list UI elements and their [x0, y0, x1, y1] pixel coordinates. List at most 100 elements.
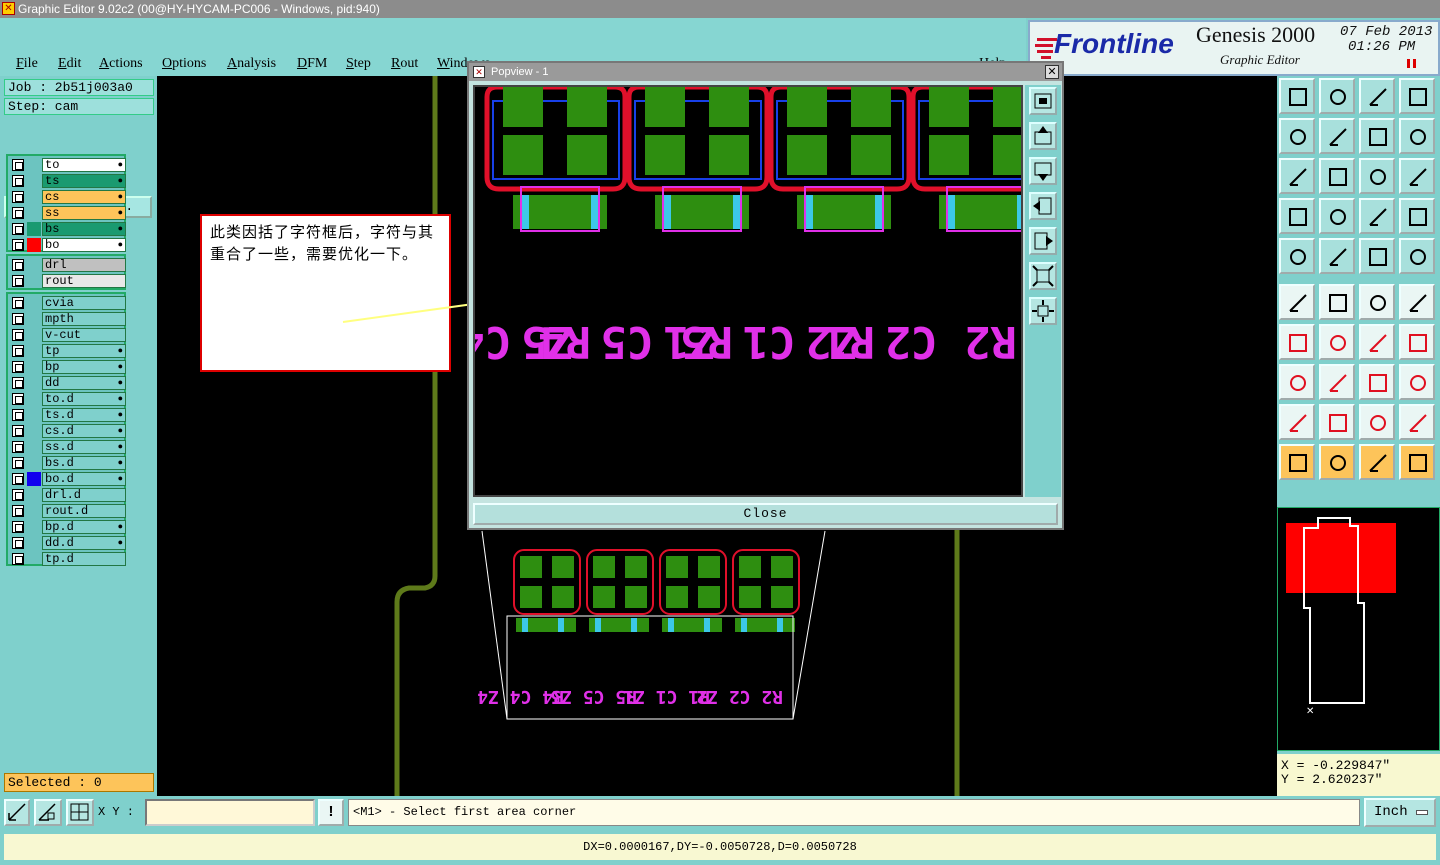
transform-icon[interactable] — [1279, 364, 1315, 400]
window-icon[interactable] — [1399, 78, 1435, 114]
layer-color-swatch[interactable] — [27, 190, 41, 204]
pause-icon[interactable] — [1406, 58, 1418, 70]
popview-pan-left-icon[interactable] — [1029, 192, 1057, 220]
layer-checkbox[interactable] — [12, 505, 24, 517]
layer-row-bp[interactable]: bp ● — [10, 360, 126, 374]
triangle-icon[interactable] — [1279, 404, 1315, 440]
layer-checkbox[interactable] — [12, 329, 24, 341]
menu-rout[interactable]: Rout — [391, 56, 418, 72]
path-icon[interactable] — [1399, 444, 1435, 480]
layer-color-swatch[interactable] — [27, 158, 41, 172]
layer-checkbox[interactable] — [12, 441, 24, 453]
layer-name[interactable]: bs.d ● — [42, 456, 126, 470]
layer-color-swatch[interactable] — [27, 238, 41, 252]
layer-row-ts[interactable]: ts ● — [10, 174, 126, 188]
layer-checkbox[interactable] — [12, 377, 24, 389]
layer-checkbox[interactable] — [12, 393, 24, 405]
alert-icon[interactable]: ! — [318, 799, 344, 826]
layer-color-swatch[interactable] — [27, 222, 41, 236]
pointer-circle-icon[interactable] — [1359, 444, 1395, 480]
layer-checkbox[interactable] — [12, 207, 24, 219]
break-icon[interactable] — [1319, 364, 1355, 400]
open-job-icon[interactable] — [1279, 78, 1315, 114]
layer-row-bs[interactable]: bs ● — [10, 222, 126, 236]
undo-icon[interactable] — [1359, 324, 1395, 360]
layer-color-swatch[interactable] — [27, 440, 41, 454]
move-icon[interactable] — [1359, 284, 1395, 320]
layer-name[interactable]: drl.d — [42, 488, 126, 502]
layer-color-swatch[interactable] — [27, 274, 41, 288]
layer-name[interactable]: tp.d — [42, 552, 126, 566]
layer-color-swatch[interactable] — [27, 488, 41, 502]
layer-row-bp.d[interactable]: bp.d ● — [10, 520, 126, 534]
rout-icon[interactable] — [1359, 404, 1395, 440]
layer-name[interactable]: bp ● — [42, 360, 126, 374]
layer-color-swatch[interactable] — [27, 296, 41, 310]
scale-icon[interactable] — [1359, 158, 1395, 194]
layer-name[interactable]: tp ● — [42, 344, 126, 358]
layer-checkbox[interactable] — [12, 521, 24, 533]
layer-color-swatch[interactable] — [27, 472, 41, 486]
pointer-icon[interactable] — [1279, 444, 1315, 480]
layer-name[interactable]: mpth — [42, 312, 126, 326]
grid-tool-icon[interactable] — [66, 799, 94, 826]
board-minimap[interactable]: ✕ — [1277, 507, 1440, 751]
layer-row-bo.d[interactable]: bo.d ● — [10, 472, 126, 486]
layers-icon[interactable] — [1359, 198, 1395, 234]
help-icon[interactable] — [1399, 158, 1435, 194]
layer-row-drl.d[interactable]: drl.d — [10, 488, 126, 502]
import-icon[interactable] — [1279, 118, 1315, 154]
layer-checkbox[interactable] — [12, 425, 24, 437]
add-icon[interactable] — [1399, 284, 1435, 320]
layer-row-dd.d[interactable]: dd.d ● — [10, 536, 126, 550]
layer-name[interactable]: cvia — [42, 296, 126, 310]
layer-checkbox[interactable] — [12, 275, 24, 287]
home-icon[interactable] — [1359, 78, 1395, 114]
layer-name[interactable]: cs.d ● — [42, 424, 126, 438]
center-icon[interactable] — [1319, 158, 1355, 194]
layer-name[interactable]: bp.d ● — [42, 520, 126, 534]
layer-row-v-cut[interactable]: v-cut — [10, 328, 126, 342]
layer-name[interactable]: to ● — [42, 158, 126, 172]
resize-icon[interactable] — [1359, 364, 1395, 400]
layer-color-swatch[interactable] — [27, 520, 41, 534]
save-icon[interactable] — [1319, 78, 1355, 114]
popview-zoom-fit-icon[interactable] — [1029, 87, 1057, 115]
measure-icon[interactable] — [1279, 198, 1315, 234]
layer-color-swatch[interactable] — [27, 392, 41, 406]
layer-checkbox[interactable] — [12, 489, 24, 501]
layer-name[interactable]: dd.d ● — [42, 536, 126, 550]
layer-checkbox[interactable] — [12, 409, 24, 421]
layer-name[interactable]: ts.d ● — [42, 408, 126, 422]
layer-color-swatch[interactable] — [27, 344, 41, 358]
layer-row-drl[interactable]: drl — [10, 258, 126, 272]
layer-row-to.d[interactable]: to.d ● — [10, 392, 126, 406]
popview-zoom-view[interactable]: R4 C4 Z4R5 C5 Z5R1 C1 Z1R2 C2 Z2 — [473, 85, 1023, 497]
layer-name[interactable]: rout.d — [42, 504, 126, 518]
menu-actions[interactable]: Actions — [99, 56, 143, 72]
pointer-box-icon[interactable] — [1319, 444, 1355, 480]
pads-icon[interactable] — [1399, 364, 1435, 400]
layer-row-cs[interactable]: cs ● — [10, 190, 126, 204]
menu-step[interactable]: Step — [346, 56, 371, 72]
xy-input[interactable] — [145, 799, 315, 826]
layers-red-icon[interactable] — [1399, 198, 1435, 234]
layer-row-rout[interactable]: rout — [10, 274, 126, 288]
layer-name[interactable]: v-cut — [42, 328, 126, 342]
layer-color-swatch[interactable] — [27, 552, 41, 566]
layer-checkbox[interactable] — [12, 239, 24, 251]
ruler-icon[interactable] — [1359, 238, 1395, 274]
layer-color-swatch[interactable] — [27, 424, 41, 438]
layer-checkbox[interactable] — [12, 457, 24, 469]
layer-color-swatch[interactable] — [27, 174, 41, 188]
layer-row-bs.d[interactable]: bs.d ● — [10, 456, 126, 470]
layer-checkbox[interactable] — [12, 191, 24, 203]
layer-checkbox[interactable] — [12, 361, 24, 373]
units-selector[interactable]: Inch — [1364, 798, 1436, 827]
cross-icon[interactable] — [1319, 284, 1355, 320]
layer-row-cs.d[interactable]: cs.d ● — [10, 424, 126, 438]
layer-color-swatch[interactable] — [27, 206, 41, 220]
menu-options[interactable]: Options — [162, 56, 206, 72]
layer-row-rout.d[interactable]: rout.d — [10, 504, 126, 518]
layer-checkbox[interactable] — [12, 473, 24, 485]
